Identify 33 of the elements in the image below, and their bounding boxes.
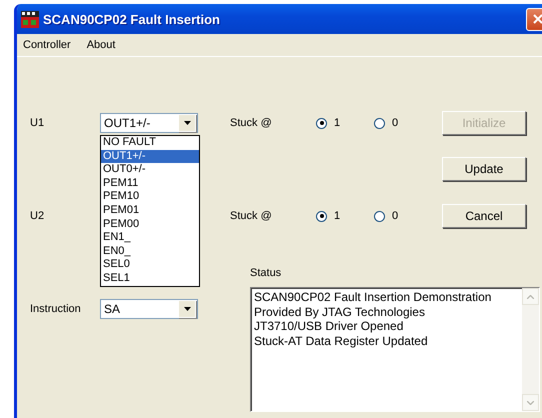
radio-icon[interactable] [374, 118, 385, 128]
radio-label: 1 [334, 117, 340, 129]
radio-option[interactable]: 1 [316, 210, 374, 222]
radio-option[interactable]: 0 [374, 210, 442, 222]
window-title: SCAN90CP02 Fault Insertion [43, 12, 221, 26]
status-line: Provided By JTAG Technologies [254, 304, 426, 319]
menu-item[interactable]: Controller [21, 39, 73, 51]
menu-item[interactable]: About [84, 39, 118, 51]
status-line: Stuck-AT Data Register Updated [254, 334, 429, 348]
radio-icon[interactable] [316, 118, 327, 128]
field-label: Instruction [30, 303, 82, 315]
dropdown-arrow-icon [184, 121, 190, 125]
radio-option[interactable]: 0 [374, 117, 442, 129]
field-label: U1 [30, 117, 46, 129]
radio-label: 0 [392, 117, 398, 129]
stuck-label: Stuck @ [230, 117, 273, 129]
instruction-dropdown[interactable]: SA [100, 299, 198, 319]
dialog-button[interactable]: Cancel [442, 204, 526, 228]
field-label: U2 [30, 210, 46, 222]
status-line: SCAN90CP02 Fault Insertion Demonstration [254, 290, 492, 304]
dropdown-arrow-icon [184, 307, 190, 311]
radio-label: 1 [334, 210, 340, 222]
radio-icon[interactable] [316, 210, 327, 222]
radio-option[interactable]: 1 [316, 117, 374, 129]
app-icon [21, 10, 39, 28]
dropdown-option[interactable]: OUT1+/- [101, 150, 199, 164]
close-icon [533, 14, 542, 24]
status-label: Status [250, 267, 282, 279]
dialog-button[interactable]: Update [442, 157, 526, 181]
radio-icon[interactable] [374, 210, 385, 222]
stuck-label: Stuck @ [230, 210, 273, 222]
status-line: JT3710/USB Driver Opened [254, 319, 404, 334]
radio-label: 0 [392, 210, 398, 222]
